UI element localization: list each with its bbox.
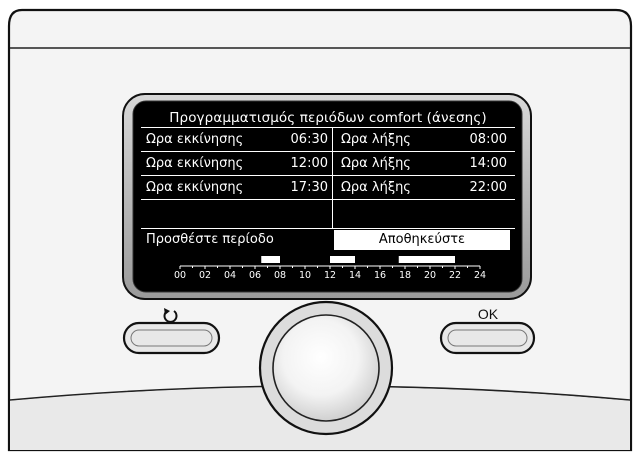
- back-button[interactable]: [124, 323, 219, 353]
- empty-period-row: [141, 200, 515, 229]
- ok-button-label[interactable]: OK: [468, 306, 508, 322]
- timeline-hour-label: 22: [449, 270, 461, 281]
- thermostat-device: OK Προγραμματισμός περιόδων comfort (άνε…: [0, 0, 640, 464]
- timeline-hour-label: 10: [299, 270, 311, 281]
- column-divider: [332, 128, 333, 229]
- display-screen: Προγραμματισμός περιόδων comfort (άνεσης…: [141, 109, 515, 285]
- timeline-hour-label: 02: [199, 270, 211, 281]
- timeline-hour-label: 20: [424, 270, 436, 281]
- end-time-value[interactable]: 08:00: [435, 128, 507, 151]
- ok-button[interactable]: [441, 323, 534, 353]
- timeline-hour-label: 06: [249, 270, 261, 281]
- start-time-value[interactable]: 06:30: [258, 128, 328, 151]
- end-time-label: Ωρα λήξης: [341, 180, 411, 195]
- rotary-knob[interactable]: [260, 302, 392, 434]
- period-row[interactable]: Ωρα εκκίνησης 12:00 Ωρα λήξης 14:00: [141, 152, 515, 176]
- timeline-hour-label: 24: [474, 270, 486, 281]
- period-row[interactable]: Ωρα εκκίνησης 17:30 Ωρα λήξης 22:00: [141, 176, 515, 200]
- start-time-label: Ωρα εκκίνησης: [146, 180, 244, 195]
- start-time-label: Ωρα εκκίνησης: [146, 132, 244, 147]
- start-time-value[interactable]: 12:00: [258, 152, 328, 175]
- comfort-period-block: [261, 256, 280, 263]
- add-period-button[interactable]: Προσθέστε περίοδο: [146, 230, 274, 250]
- timeline-hour-label: 16: [374, 270, 386, 281]
- timeline-hour-label: 08: [274, 270, 286, 281]
- timeline-hour-label: 04: [224, 270, 236, 281]
- start-time-value[interactable]: 17:30: [258, 176, 328, 199]
- comfort-period-block: [330, 256, 355, 263]
- screen-title: Προγραμματισμός περιόδων comfort (άνεσης…: [141, 109, 515, 128]
- timeline-hour-label: 14: [349, 270, 361, 281]
- save-button[interactable]: Αποθηκεύστε: [334, 230, 510, 250]
- end-time-value[interactable]: 14:00: [435, 152, 507, 175]
- timeline-hour-label: 12: [324, 270, 336, 281]
- period-row[interactable]: Ωρα εκκίνησης 06:30 Ωρα λήξης 08:00: [141, 128, 515, 152]
- timeline-hour-label: 18: [399, 270, 411, 281]
- comfort-period-block: [398, 256, 455, 263]
- end-time-label: Ωρα λήξης: [341, 156, 411, 171]
- start-time-label: Ωρα εκκίνησης: [146, 156, 244, 171]
- timeline-hour-label: 00: [174, 270, 186, 281]
- end-time-value[interactable]: 22:00: [435, 176, 507, 199]
- day-timeline: 00 02 04 06 08 10 12 14 16 18 20 22 24: [174, 256, 486, 281]
- end-time-label: Ωρα λήξης: [341, 132, 411, 147]
